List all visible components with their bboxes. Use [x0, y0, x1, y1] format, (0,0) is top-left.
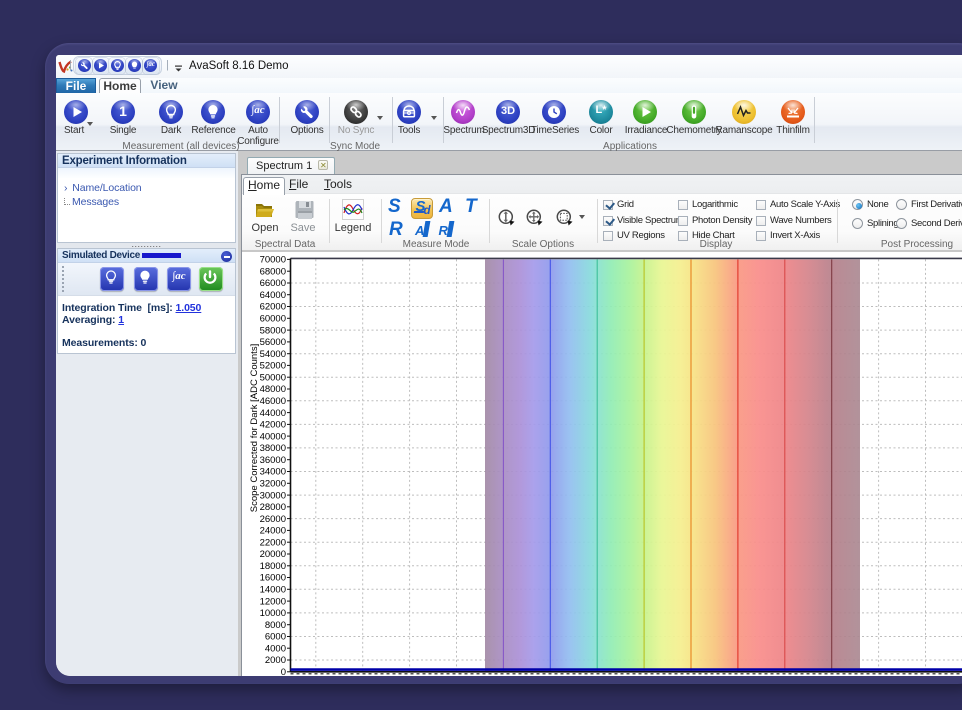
- svg-text:16000: 16000: [260, 573, 286, 584]
- svg-text:0: 0: [281, 667, 286, 676]
- svg-text:10000: 10000: [260, 608, 286, 619]
- svg-text:42000: 42000: [260, 420, 286, 431]
- svg-text:40000: 40000: [260, 431, 286, 442]
- svg-text:50000: 50000: [260, 372, 286, 383]
- svg-text:24000: 24000: [260, 526, 286, 537]
- svg-text:28000: 28000: [260, 502, 286, 513]
- svg-text:58000: 58000: [260, 325, 286, 336]
- svg-text:36000: 36000: [260, 455, 286, 466]
- svg-text:32000: 32000: [260, 479, 286, 490]
- svg-text:44000: 44000: [260, 408, 286, 419]
- svg-text:54000: 54000: [260, 349, 286, 360]
- svg-text:34000: 34000: [260, 467, 286, 478]
- svg-text:70000: 70000: [260, 255, 286, 266]
- svg-text:48000: 48000: [260, 384, 286, 395]
- svg-text:12000: 12000: [260, 596, 286, 607]
- svg-text:6000: 6000: [265, 632, 286, 643]
- svg-text:18000: 18000: [260, 561, 286, 572]
- svg-text:26000: 26000: [260, 514, 286, 525]
- svg-text:64000: 64000: [260, 290, 286, 301]
- svg-text:8000: 8000: [265, 620, 286, 631]
- svg-text:52000: 52000: [260, 361, 286, 372]
- svg-text:56000: 56000: [260, 337, 286, 348]
- svg-text:46000: 46000: [260, 396, 286, 407]
- svg-text:68000: 68000: [260, 266, 286, 277]
- svg-text:2000: 2000: [265, 655, 286, 666]
- svg-text:Scope Corrected for Dark [ADC: Scope Corrected for Dark [ADC Counts]: [249, 344, 260, 512]
- svg-text:30000: 30000: [260, 490, 286, 501]
- svg-text:4000: 4000: [265, 643, 286, 654]
- svg-text:14000: 14000: [260, 585, 286, 596]
- svg-text:60000: 60000: [260, 314, 286, 325]
- svg-text:20000: 20000: [260, 549, 286, 560]
- svg-text:66000: 66000: [260, 278, 286, 289]
- svg-text:38000: 38000: [260, 443, 286, 454]
- svg-text:62000: 62000: [260, 302, 286, 313]
- svg-text:22000: 22000: [260, 537, 286, 548]
